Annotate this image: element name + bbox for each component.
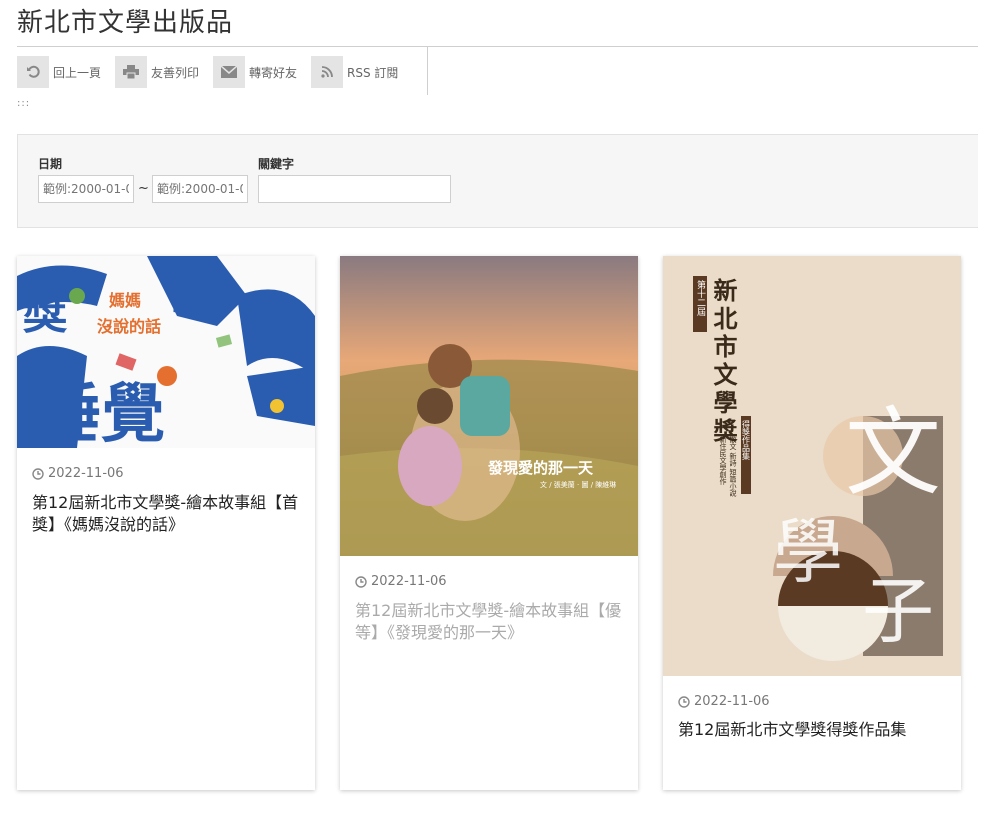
cover-text-jiang: 獎 [23,288,68,339]
cover-image-mama: 獎 快 媽媽 沒說的話 睡覺 [17,256,315,448]
publication-card[interactable]: 發現愛的那一天 文 / 張美蘭 · 圖 / 陳維琳 2022-11-06 第12… [340,256,638,790]
publication-card[interactable]: 文 學 子 新北市文學獎 第十二屆 得獎作品集 散文 新詩 短篇小說 新住民文學… [663,256,961,790]
card-title[interactable]: 第12屆新北市文學獎得獎作品集 [678,719,949,741]
back-arrow-icon [17,56,49,88]
cover-text-kuai: 快 [167,269,210,318]
rss-button[interactable]: RSS 訂閱 [311,56,398,88]
cover-text-newresident: 新住民文學創作 [719,435,727,486]
toolbar-divider [427,47,428,95]
clock-icon [678,695,690,708]
cover-text-title: 發現愛的那一天 [487,459,594,477]
cover-text-zi: 子 [862,569,934,653]
cover-text-wen: 文 [845,397,941,509]
back-button[interactable]: 回上一頁 [17,56,101,88]
cover-image-anthology: 文 學 子 新北市文學獎 第十二屆 得獎作品集 散文 新詩 短篇小說 新住民文學… [663,256,961,676]
keyword-input[interactable] [258,175,451,203]
date-separator: ~ [138,181,149,196]
cover-text-shuijiao: 睡覺 [37,378,165,448]
accesskey-marker[interactable]: ::: [17,98,30,109]
card-date-text: 2022-11-06 [694,694,770,709]
function-toolbar: 回上一頁 友善列印 轉寄好友 RSS 訂閱 [17,56,412,88]
cover-image-love: 發現愛的那一天 文 / 張美蘭 · 圖 / 陳維琳 [340,256,638,556]
date-from-input[interactable] [38,175,134,203]
card-title[interactable]: 第12屆新北市文學獎-繪本故事組【優等】《發現愛的那一天》 [355,600,626,644]
page-title: 新北市文學出版品 [17,8,234,38]
title-divider [17,46,978,47]
print-button[interactable]: 友善列印 [115,56,199,88]
keyword-label: 關鍵字 [258,157,295,171]
rss-button-label: RSS 訂閱 [347,65,399,80]
printer-icon [115,56,148,88]
card-date-text: 2022-11-06 [48,466,124,481]
rss-icon [311,56,344,88]
mail-icon [213,56,246,88]
date-label: 日期 [38,157,63,171]
cover-text-credits: 文 / 張美蘭 · 圖 / 陳維琳 [540,480,616,489]
forward-mail-label: 轉寄好友 [249,65,298,80]
cover-text-genres: 散文 新詩 短篇小說 [729,435,737,497]
cover-text-xue: 學 [773,511,843,593]
card-date: 2022-11-06 [355,574,447,589]
print-button-label: 友善列印 [151,65,200,80]
card-date: 2022-11-06 [32,466,124,481]
date-to-input[interactable] [152,175,248,203]
back-button-label: 回上一頁 [53,65,102,80]
cover-text-collection: 得獎作品集 [742,419,751,461]
publication-card[interactable]: 獎 快 媽媽 沒說的話 睡覺 2022-11-06 第12屆新北市文學獎-繪本故… [17,256,315,790]
clock-icon [32,467,44,480]
search-panel: 日期 ~ 關鍵字 [17,134,978,228]
clock-icon [355,575,367,588]
cover-text-award: 新北市文學獎 [709,277,738,446]
card-date-text: 2022-11-06 [371,574,447,589]
card-title[interactable]: 第12屆新北市文學獎-繪本故事組【首獎】《媽媽沒說的話》 [32,492,303,536]
card-date: 2022-11-06 [678,694,770,709]
forward-mail-button[interactable]: 轉寄好友 [213,56,297,88]
cover-text-edition: 第十二屆 [695,279,706,317]
cover-text-mama: 媽媽 [108,291,141,310]
cover-text-meishuo: 沒說的話 [97,317,161,336]
